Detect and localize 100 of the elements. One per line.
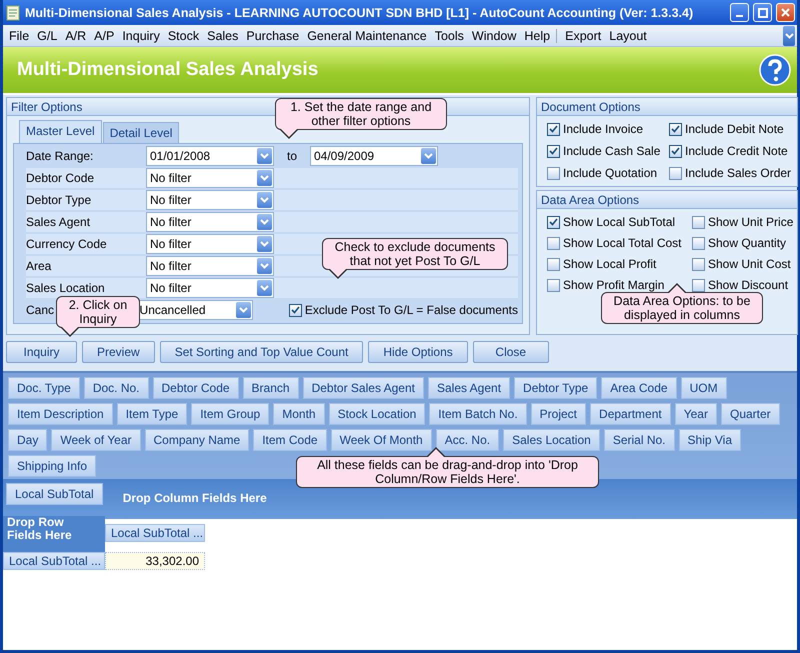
field-chip[interactable]: Acc. No. <box>436 429 500 451</box>
menu-item[interactable]: G/L <box>33 28 62 42</box>
field-chip[interactable]: Branch <box>242 377 299 399</box>
menu-item[interactable]: General Maintenance <box>303 28 431 42</box>
field-chip[interactable]: Sales Location <box>503 429 600 451</box>
dropdown-field[interactable]: 04/09/2009 <box>310 146 438 166</box>
window-title: Multi-Dimensional Sales Analysis - LEARNING AUTOCOUNT SDN BHD [L1] - AutoCount Accounting (Ver: 1.3.3.4) <box>25 6 694 20</box>
dropdown-field[interactable]: No filter <box>146 212 274 232</box>
callout: All these fields can be drag-and-drop into 'Drop Column/Row Fields Here'. <box>296 448 599 488</box>
field-chip[interactable]: Debtor Sales Agent <box>302 377 424 399</box>
checkmark-icon <box>549 147 558 155</box>
field-chip[interactable]: Company Name <box>144 429 250 451</box>
checkbox[interactable]: Show Local Profit <box>547 257 692 271</box>
field-chip[interactable]: Stock Location <box>328 403 426 425</box>
field-chip[interactable]: Sales Agent <box>428 377 510 399</box>
field-chip[interactable]: Area Code <box>601 377 677 399</box>
field-chip[interactable]: Item Group <box>191 403 270 425</box>
menu-item[interactable]: File <box>5 28 34 42</box>
menu-item[interactable]: A/P <box>90 28 118 42</box>
checkmark-icon <box>671 125 680 133</box>
checkbox[interactable]: Show Unit Price <box>692 215 794 229</box>
action-button[interactable]: Inquiry <box>6 341 77 363</box>
field-chip[interactable]: Quarter <box>720 403 780 425</box>
field-chip[interactable]: Month <box>273 403 325 425</box>
panel-title: Data Area Options <box>537 191 798 209</box>
tab[interactable]: Detail Level <box>102 122 180 143</box>
field-chip[interactable]: Serial No. <box>604 429 675 451</box>
field-chip[interactable]: Item Description <box>8 403 113 425</box>
close-icon <box>781 8 790 17</box>
menu-item[interactable]: Export <box>556 28 606 42</box>
chevron-down-icon[interactable] <box>783 26 795 46</box>
checkbox[interactable]: Show Local SubTotal <box>547 215 692 229</box>
action-button[interactable]: Close <box>472 341 549 363</box>
checkbox[interactable]: Show Local Total Cost <box>547 236 692 250</box>
dropdown-field[interactable]: No filter <box>146 278 274 298</box>
panel-title: Document Options <box>537 98 798 116</box>
dropdown-icon[interactable] <box>421 148 436 164</box>
dropdown-field[interactable]: No filter <box>146 168 274 188</box>
dropdown-field[interactable]: No filter <box>146 256 274 276</box>
tab[interactable]: Master Level <box>19 120 102 143</box>
action-button[interactable]: Preview <box>82 341 155 363</box>
field-chip[interactable]: Ship Via <box>678 429 741 451</box>
dropdown-field[interactable]: 01/01/2008 <box>146 146 274 166</box>
dropdown-field[interactable]: No filter <box>146 234 274 254</box>
field-chip[interactable]: Department <box>590 403 671 425</box>
checkbox[interactable]: Include Invoice <box>547 122 669 136</box>
field-chip[interactable]: Week of Year <box>51 429 141 451</box>
action-button[interactable]: Set Sorting and Top Value Count <box>160 341 364 363</box>
field-chip[interactable]: Day <box>8 429 48 451</box>
row-header: Local SubTotal ... <box>3 552 105 570</box>
dropdown-icon[interactable] <box>257 236 272 252</box>
field-chip[interactable]: Item Code <box>253 429 327 451</box>
checkbox[interactable]: Include Cash Sale <box>547 144 669 158</box>
dropdown-icon[interactable] <box>257 148 272 164</box>
checkbox[interactable]: Include Credit Note <box>669 144 794 158</box>
checkbox[interactable]: Show Unit Cost <box>692 257 794 271</box>
minimize-button[interactable] <box>730 3 749 22</box>
field-chip[interactable]: UOM <box>680 377 727 399</box>
checkmark-icon <box>549 125 558 133</box>
field-chip[interactable]: Local SubTotal <box>6 483 103 505</box>
close-button[interactable] <box>776 3 795 22</box>
help-icon[interactable] <box>759 54 791 86</box>
field-chip[interactable]: Doc. Type <box>8 377 80 399</box>
dropdown-icon[interactable] <box>257 192 272 208</box>
field-chip[interactable]: Item Batch No. <box>429 403 527 425</box>
menu-item[interactable]: A/R <box>61 28 90 42</box>
dropdown-icon[interactable] <box>257 280 272 296</box>
checkbox[interactable]: Include Debit Note <box>669 122 794 136</box>
checkbox[interactable]: Show Discount <box>692 278 794 292</box>
checkbox[interactable]: Include Quotation <box>547 166 669 180</box>
menu-item[interactable]: Window <box>468 28 520 42</box>
checkbox[interactable]: Show Profit Margin <box>547 278 692 292</box>
dropdown-icon[interactable] <box>236 302 251 318</box>
field-chip[interactable]: Year <box>674 403 717 425</box>
dropdown-icon[interactable] <box>257 170 272 186</box>
dropdown-field[interactable]: No filter <box>146 190 274 210</box>
menu-item[interactable]: Help <box>520 28 554 42</box>
field-chip[interactable]: Shipping Info <box>8 455 96 477</box>
field-chip[interactable]: Item Type <box>116 403 188 425</box>
app-icon <box>5 4 21 20</box>
checkbox[interactable]: Exclude Post To G/L = False documents <box>288 303 518 317</box>
menu-item[interactable]: Inquiry <box>118 28 164 42</box>
field-chip[interactable]: Debtor Type <box>514 377 598 399</box>
menu-item[interactable]: Tools <box>430 28 468 42</box>
checkbox[interactable]: Show Quantity <box>692 236 794 250</box>
field-chip[interactable]: Debtor Code <box>152 377 239 399</box>
field-chip[interactable]: Project <box>530 403 586 425</box>
menu-item[interactable]: Stock <box>164 28 204 42</box>
checkbox[interactable]: Include Sales Order <box>669 166 794 180</box>
drop-zone-label: Drop Row Fields Here <box>3 516 105 552</box>
menu-item[interactable]: Sales <box>203 28 242 42</box>
maximize-button[interactable] <box>753 3 772 22</box>
dropdown-icon[interactable] <box>257 258 272 274</box>
menu-item[interactable]: Purchase <box>242 28 304 42</box>
action-button[interactable]: Hide Options <box>368 341 468 363</box>
dropdown-icon[interactable] <box>257 214 272 230</box>
menu-item[interactable]: Layout <box>605 28 651 42</box>
field-chip[interactable]: Doc. No. <box>84 377 148 399</box>
field-label: Currency Code <box>26 238 107 250</box>
field-chip[interactable]: Week Of Month <box>330 429 432 451</box>
